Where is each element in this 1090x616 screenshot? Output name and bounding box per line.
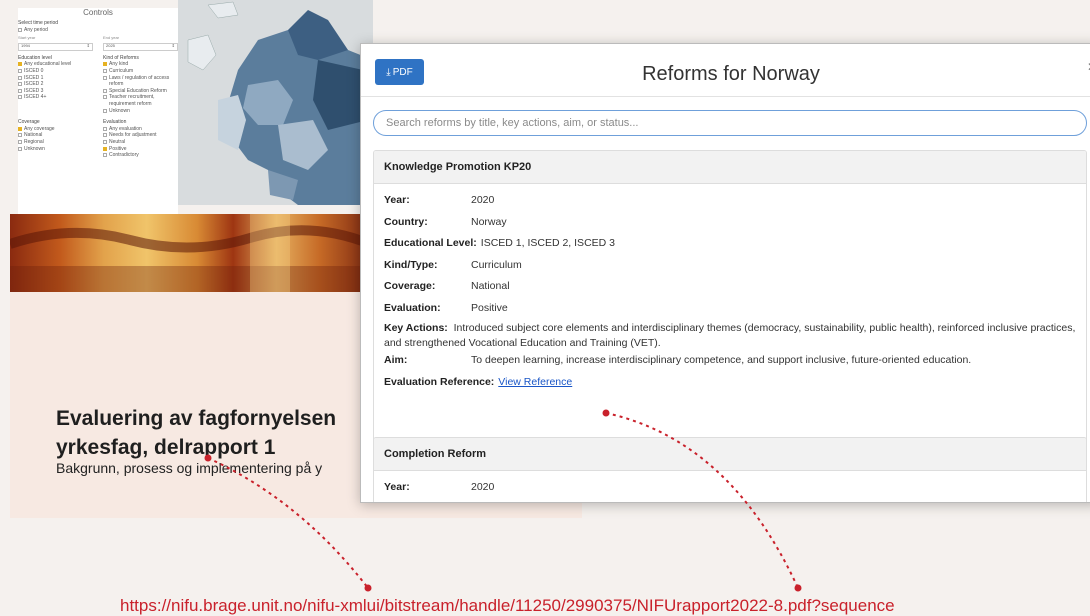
edu-option[interactable]: ISCED 1: [18, 75, 93, 82]
edu-option[interactable]: Any educational level: [18, 61, 93, 68]
checkbox-icon: [103, 139, 107, 144]
checkbox-icon: [103, 88, 107, 93]
checkbox-icon: [103, 133, 107, 138]
banner-stroke-shape: [10, 225, 370, 253]
checkbox-icon: [18, 95, 22, 100]
reform-card-title: Completion Reform: [374, 438, 1086, 471]
evaluation-option[interactable]: Any evaluation: [103, 126, 178, 133]
stepper-icon: ⇕: [86, 43, 90, 49]
kind-title: Kind of Reforms: [103, 54, 139, 61]
evaluation-option[interactable]: Contradictory: [103, 152, 178, 159]
view-reference-link[interactable]: View Reference: [498, 376, 572, 388]
kind-option[interactable]: Curriculum: [103, 68, 178, 75]
checkbox-icon: [103, 68, 107, 73]
europe-choropleth-map[interactable]: [178, 0, 373, 205]
coverage-option[interactable]: Regional: [18, 139, 93, 146]
map-region-uk[interactable]: [187, 34, 217, 71]
end-year-select[interactable]: 2025 ⇕: [103, 42, 178, 51]
evaluation-option[interactable]: Positive: [103, 146, 178, 153]
coverage-title: Coverage: [18, 119, 40, 126]
checkbox-icon: [18, 62, 22, 67]
field-row: Evaluation: Positive: [384, 301, 508, 314]
reforms-modal: ⤓PDF Reforms for Norway ✕ Knowledge Prom…: [360, 43, 1090, 503]
reform-card: Completion Reform Year: 2020: [373, 437, 1087, 502]
pdf-download-button[interactable]: ⤓ PDF: [375, 59, 424, 85]
checkbox-icon: [103, 108, 107, 113]
checkbox-icon: [18, 126, 22, 131]
banner-shadow-shape: [10, 266, 370, 292]
time-period-label: Select time period: [18, 20, 59, 26]
kind-option[interactable]: Special Education Reform: [103, 88, 178, 95]
checkbox-icon: [18, 146, 22, 151]
any-period-checkbox[interactable]: Any period: [18, 27, 178, 34]
edu-option[interactable]: ISCED 0: [18, 68, 93, 75]
education-level-title: Education level: [18, 54, 52, 61]
coverage-option[interactable]: Unknown: [18, 146, 93, 153]
checkbox-icon: [103, 62, 107, 67]
checkbox-icon: [18, 133, 22, 138]
stepper-icon: ⇕: [171, 43, 175, 49]
checkbox-icon: [103, 126, 107, 131]
connector-dot: [364, 584, 372, 592]
map-svg: [187, 1, 373, 205]
edu-option[interactable]: ISCED 4+: [18, 94, 93, 101]
edu-option[interactable]: ISCED 2: [18, 81, 93, 88]
controls-panel: Controls Select time period Any period S…: [18, 8, 178, 214]
field-row: Coverage: National: [384, 280, 510, 292]
end-year-label: End year: [103, 35, 120, 41]
report-url: https://nifu.brage.unit.no/nifu-xmlui/bi…: [120, 596, 895, 615]
evaluation-title: Evaluation: [103, 119, 127, 126]
reform-card-title: Knowledge Promotion KP20: [374, 151, 1086, 184]
download-icon: ⤓: [386, 66, 391, 78]
kind-option[interactable]: Laws / regulation of access reform: [103, 75, 178, 88]
checkbox-icon: [18, 68, 22, 73]
reform-card: Knowledge Promotion KP20 Year: 2020 Count…: [373, 150, 1087, 449]
kind-option[interactable]: Unknown: [103, 108, 178, 115]
field-row-key-actions: Key Actions: Introduced subject core ele…: [384, 322, 1076, 349]
checkbox-icon: [18, 139, 22, 144]
start-year-label: Start year: [18, 35, 36, 41]
checkbox-icon: [18, 75, 22, 80]
checkbox-icon: [103, 153, 107, 158]
coverage-option[interactable]: Any coverage: [18, 126, 93, 133]
field-row: Country: Norway: [384, 215, 507, 228]
coverage-option[interactable]: National: [18, 132, 93, 139]
banner-light-shape: [250, 214, 290, 292]
modal-divider: [361, 96, 1090, 97]
field-row: Aim: To deepen learning, increase interdi…: [384, 354, 972, 366]
controls-title: Controls: [83, 8, 113, 17]
report-subtitle: Bakgrunn, prosess og implementering på y: [56, 460, 323, 476]
edu-option[interactable]: ISCED 3: [18, 88, 93, 95]
kind-option[interactable]: Any kind: [103, 61, 178, 68]
field-row: Year: 2020: [384, 194, 495, 206]
field-row: Kind/Type: Curriculum: [384, 258, 522, 271]
checkbox-icon: [103, 75, 107, 80]
education-level-options: Any educational level ISCED 0 ISCED 1 IS…: [18, 61, 93, 101]
kind-option[interactable]: Teacher recruitment, requirement reform: [103, 94, 178, 107]
map-region-scandinavia[interactable]: [288, 10, 348, 60]
banner-overlay: [10, 214, 370, 292]
evaluation-option[interactable]: Neutral: [103, 139, 178, 146]
evaluation-option[interactable]: Needs for adjustment: [103, 132, 178, 139]
report-title: Evaluering av fagfornyelsen yrkesfag, de…: [56, 407, 337, 459]
search-input[interactable]: [373, 110, 1087, 136]
report-cover-photo: [10, 214, 370, 292]
connector-dot: [794, 584, 802, 592]
checkbox-icon: [103, 146, 107, 151]
field-row: Educational Level: ISCED 1, ISCED 2, ISCE…: [384, 237, 615, 249]
checkbox-icon: [18, 27, 22, 32]
start-year-select[interactable]: 1994 ⇕: [18, 42, 93, 51]
checkbox-icon: [18, 82, 22, 87]
modal-title: Reforms for Norway: [642, 63, 820, 85]
map-region-iceland[interactable]: [207, 1, 239, 19]
field-row: Year: 2020: [384, 481, 495, 493]
checkbox-icon: [18, 88, 22, 93]
field-row: Evaluation Reference: View Reference: [384, 375, 573, 388]
checkbox-icon: [103, 95, 107, 100]
